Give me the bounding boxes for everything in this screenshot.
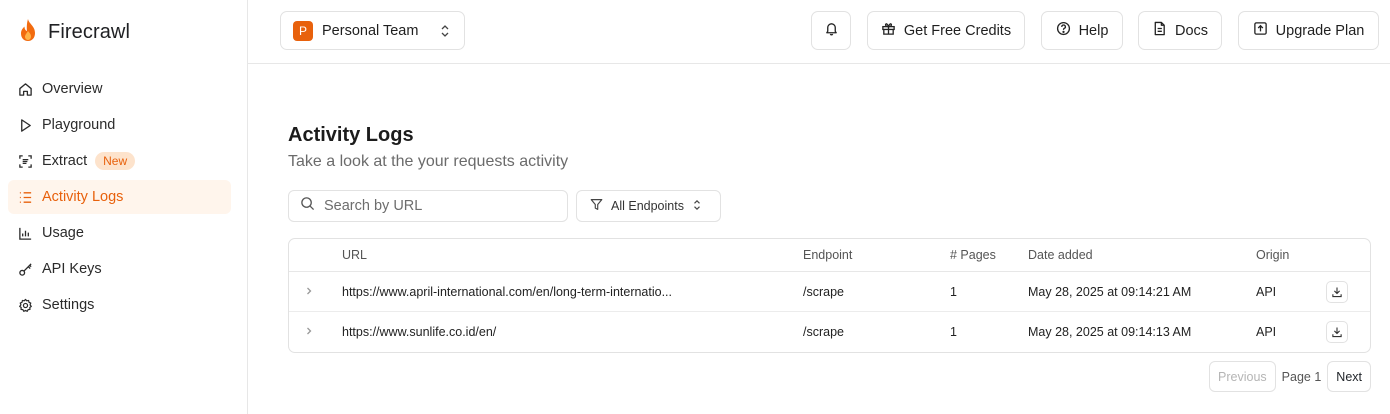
filter-icon [590, 198, 603, 214]
home-icon [17, 81, 33, 97]
bar-chart-icon [17, 225, 33, 241]
team-name: Personal Team [322, 22, 419, 39]
help-circle-icon [1056, 21, 1071, 40]
sidebar-item-label: Extract [42, 153, 88, 169]
row-origin: API [1256, 284, 1277, 299]
pagination: Previous Page 1 Next [1209, 361, 1371, 392]
sidebar-item-label: Activity Logs [42, 189, 124, 205]
endpoint-filter-select[interactable]: All Endpoints [576, 190, 721, 222]
gift-icon [881, 21, 896, 40]
row-url: https://www.sunlife.co.id/en/ [342, 325, 497, 339]
download-icon [1332, 287, 1342, 297]
get-free-credits-button[interactable]: Get Free Credits [867, 11, 1025, 50]
search-box[interactable] [288, 190, 568, 222]
row-date: May 28, 2025 at 09:14:21 AM [1028, 284, 1192, 299]
help-label: Help [1078, 22, 1109, 39]
team-switcher[interactable]: P Personal Team [280, 11, 465, 50]
scan-text-icon [17, 153, 33, 169]
row-url: https://www.april-international.com/en/l… [342, 284, 673, 299]
sidebar-item-label: API Keys [42, 261, 102, 277]
flame-logo-icon [17, 18, 39, 47]
table-header: URL Endpoint # Pages Date added Origin [289, 239, 1370, 272]
file-text-icon [1152, 21, 1167, 40]
help-button[interactable]: Help [1041, 11, 1123, 50]
sidebar-item-playground[interactable]: Playground [8, 108, 231, 142]
brand[interactable]: Firecrawl [17, 18, 130, 47]
table-row[interactable]: https://www.sunlife.co.id/en/ /scrape 1 … [289, 312, 1370, 352]
download-button[interactable] [1326, 321, 1348, 343]
sidebar-item-label: Usage [42, 225, 84, 241]
column-header-pages: # Pages [950, 248, 996, 262]
chevrons-up-down-icon [692, 199, 702, 214]
new-badge: New [95, 152, 136, 170]
docs-button[interactable]: Docs [1138, 11, 1222, 50]
page-subtitle: Take a look at the your requests activit… [288, 153, 569, 170]
page-title: Activity Logs [288, 124, 414, 146]
team-avatar: P [293, 20, 313, 41]
sidebar-item-extract[interactable]: Extract New [8, 144, 231, 178]
download-button[interactable] [1326, 280, 1348, 303]
column-header-origin: Origin [1256, 248, 1290, 262]
search-icon [300, 196, 315, 216]
bell-icon [824, 21, 839, 40]
get-free-credits-label: Get Free Credits [903, 22, 1012, 39]
row-date: May 28, 2025 at 09:14:13 AM [1028, 325, 1192, 339]
chevron-right-icon[interactable] [305, 325, 313, 339]
key-icon [17, 261, 33, 277]
sidebar-item-overview[interactable]: Overview [8, 72, 231, 106]
activity-logs-table: URL Endpoint # Pages Date added Origin h… [288, 238, 1371, 353]
upgrade-plan-button[interactable]: Upgrade Plan [1238, 11, 1379, 50]
list-icon [17, 189, 33, 205]
row-pages: 1 [950, 325, 957, 339]
sidebar-item-label: Overview [42, 81, 103, 97]
top-header: P Personal Team Get Free Credits Help Do… [248, 0, 1390, 64]
column-header-endpoint: Endpoint [803, 248, 853, 262]
previous-page-button[interactable]: Previous [1209, 361, 1276, 392]
sidebar-nav: Overview Playground Extract New Activity… [8, 72, 231, 324]
chevron-right-icon[interactable] [305, 285, 313, 299]
next-page-button[interactable]: Next [1327, 361, 1371, 392]
notifications-button[interactable] [811, 11, 851, 50]
brand-name: Firecrawl [48, 21, 131, 43]
sidebar: Firecrawl Overview Playground Extract Ne… [0, 0, 248, 414]
column-header-url: URL [342, 248, 368, 262]
row-endpoint: /scrape [803, 325, 844, 339]
search-input[interactable] [324, 198, 544, 214]
play-icon [17, 117, 33, 133]
download-icon [1332, 327, 1342, 338]
docs-label: Docs [1174, 22, 1209, 39]
upgrade-plan-label: Upgrade Plan [1275, 22, 1365, 39]
row-pages: 1 [950, 284, 957, 299]
column-header-date: Date added [1028, 248, 1093, 262]
square-arrow-up-icon [1253, 21, 1268, 40]
app-root: Firecrawl Overview Playground Extract Ne… [0, 0, 1390, 414]
chevrons-up-down-icon [439, 24, 451, 43]
page-indicator: Page 1 [1281, 369, 1322, 384]
row-origin: API [1256, 325, 1277, 339]
gear-icon [17, 297, 33, 313]
sidebar-item-label: Settings [42, 297, 95, 313]
sidebar-item-settings[interactable]: Settings [8, 288, 231, 322]
table-row[interactable]: https://www.april-international.com/en/l… [289, 272, 1370, 312]
endpoint-filter-label: All Endpoints [611, 199, 684, 213]
sidebar-item-activity-logs[interactable]: Activity Logs [8, 180, 231, 214]
sidebar-item-usage[interactable]: Usage [8, 216, 231, 250]
sidebar-item-label: Playground [42, 117, 116, 133]
row-endpoint: /scrape [803, 284, 844, 299]
sidebar-item-api-keys[interactable]: API Keys [8, 252, 231, 286]
